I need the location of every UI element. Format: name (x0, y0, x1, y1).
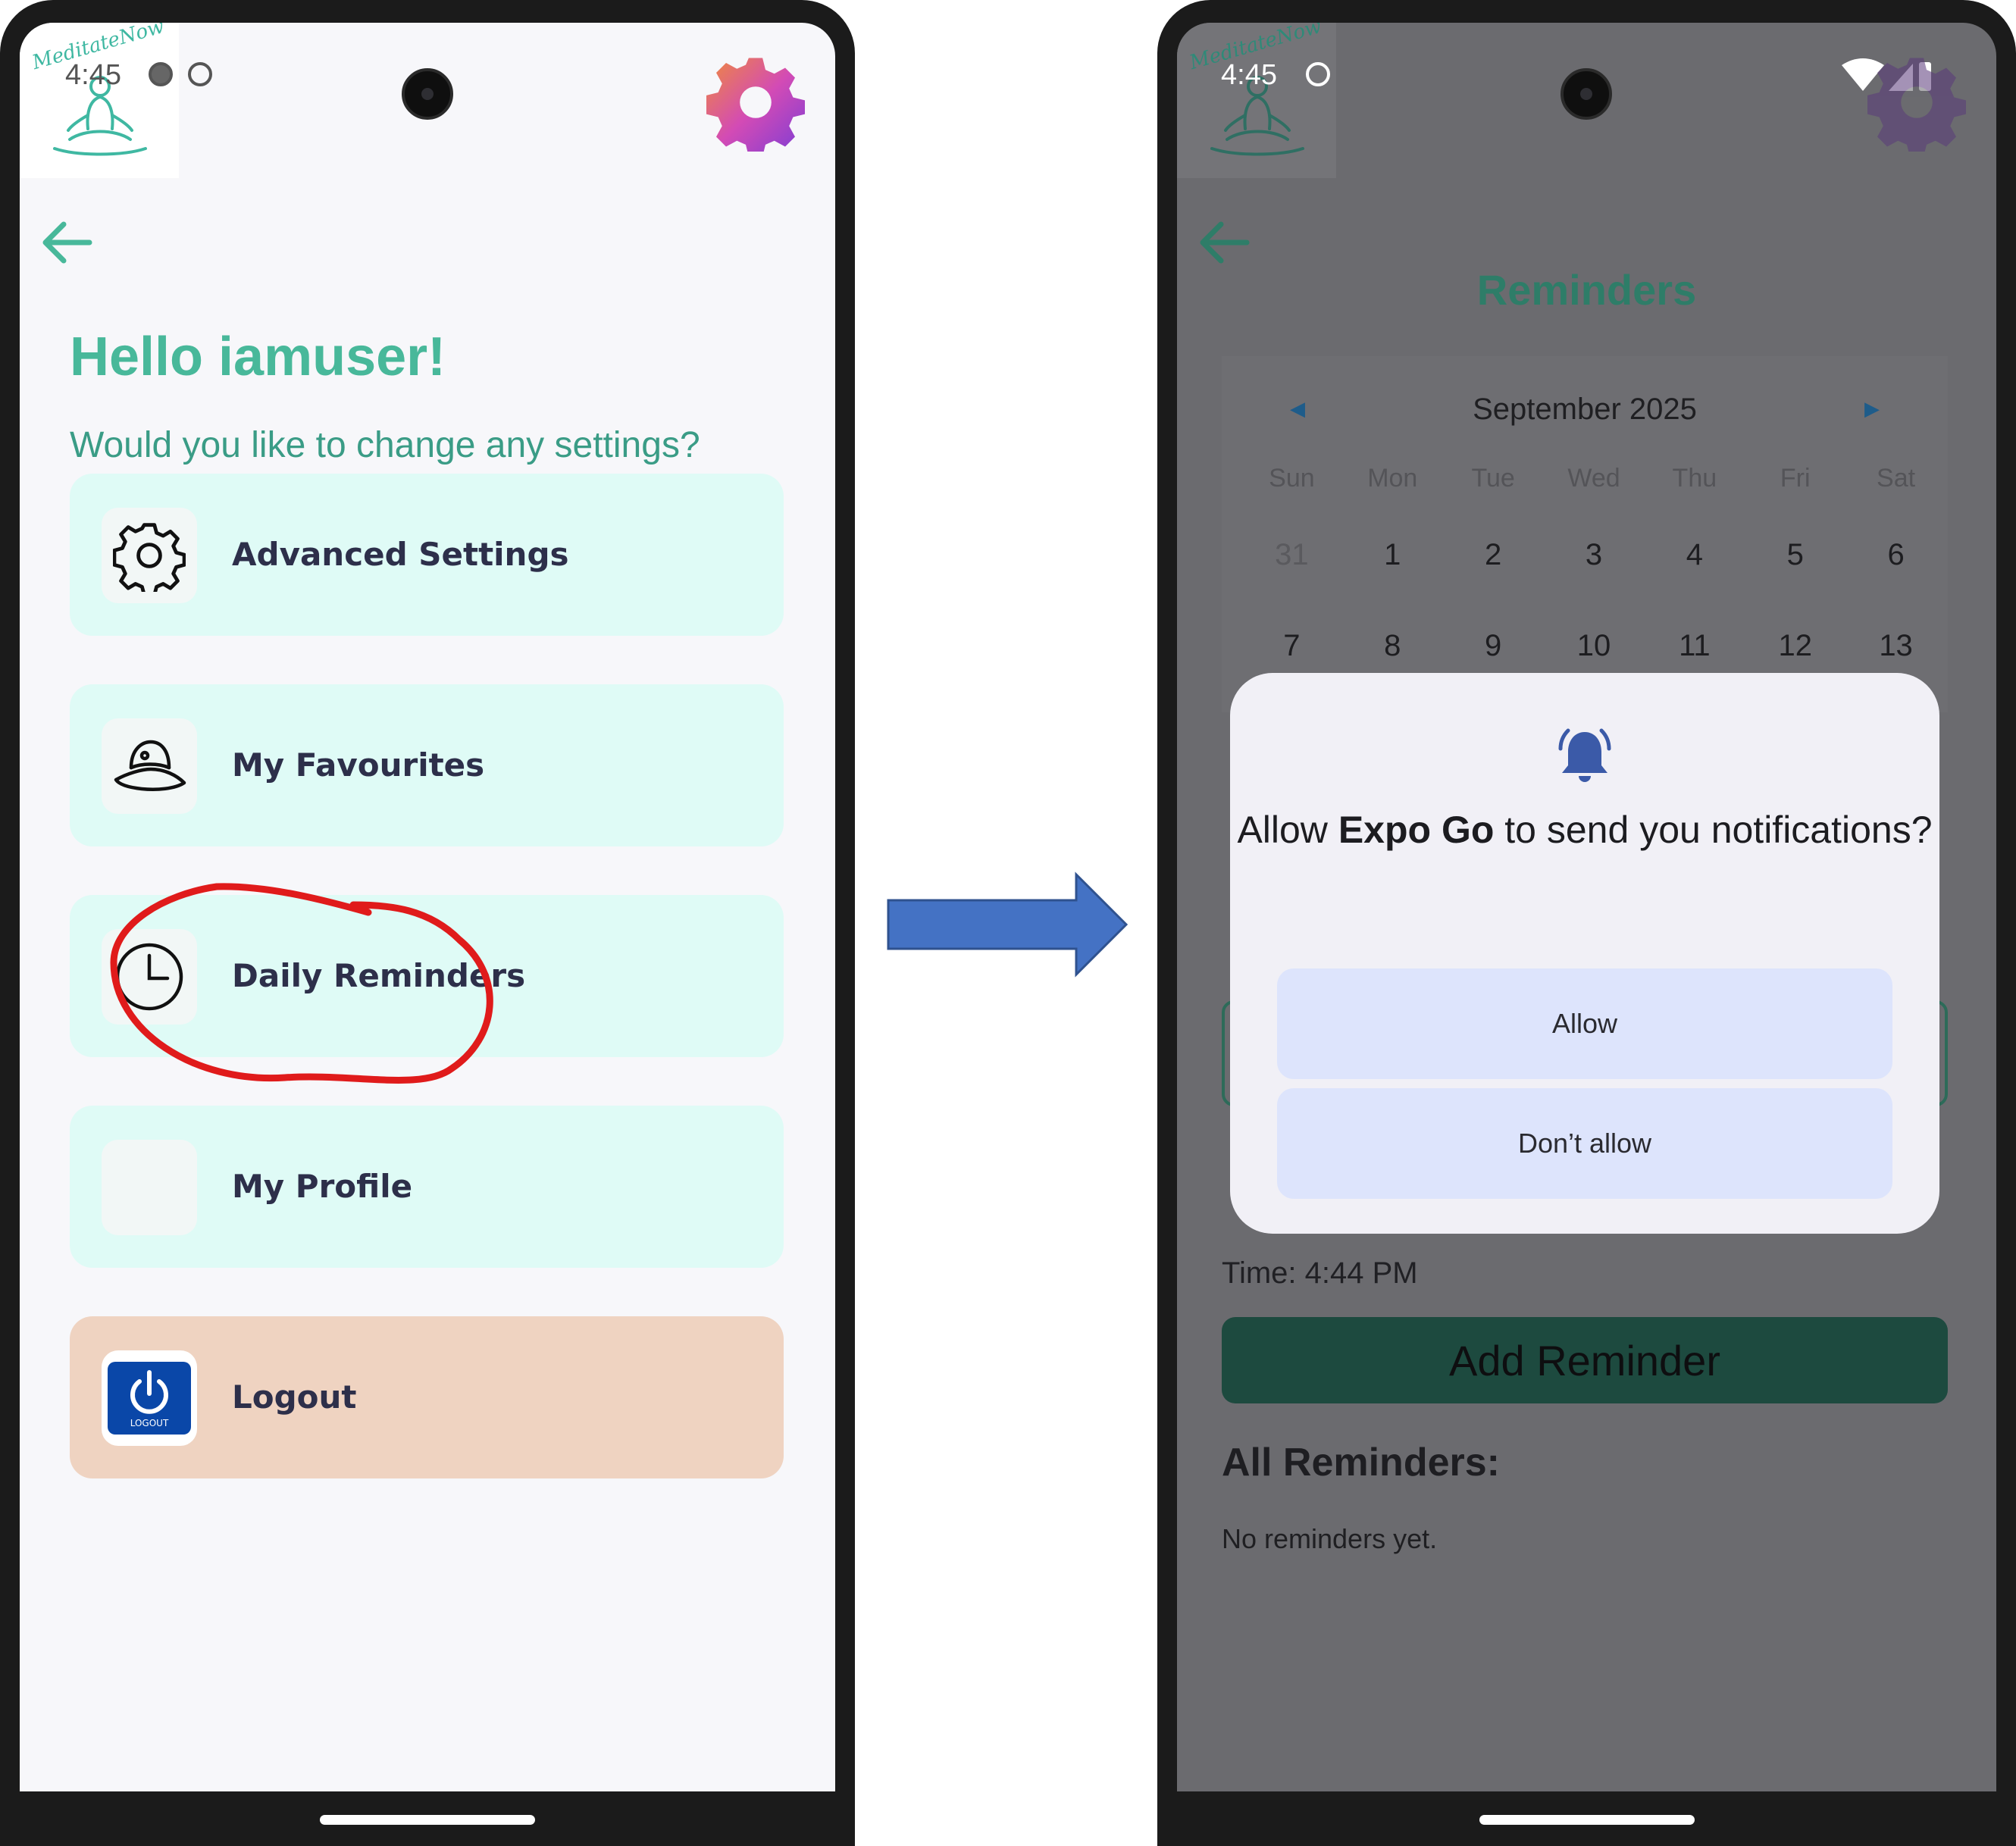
calendar-day[interactable]: 5 (1745, 509, 1845, 600)
app-logo: MeditateNow (1177, 23, 1336, 178)
empty-reminders-text: No reminders yet. (1222, 1523, 1438, 1554)
bell-ring-icon (1558, 728, 1611, 782)
front-camera (402, 68, 453, 120)
status-time: 4:45 (1221, 59, 1277, 91)
reminder-time-text[interactable]: Time: 4:44 PM (1222, 1256, 1418, 1291)
all-reminders-title: All Reminders: (1222, 1441, 1500, 1485)
status-time: 4:45 (65, 59, 121, 91)
settings-gear-logo-icon[interactable] (1867, 53, 1966, 152)
flow-arrow-icon (887, 871, 1129, 978)
hat-icon (102, 718, 197, 814)
menu-my-favourites[interactable]: My Favourites (70, 684, 784, 846)
phone-left: MeditateNow 4:45 Hello iamuser! Would yo… (0, 0, 855, 1846)
menu-label: Logout (232, 1378, 357, 1416)
dialog-message-prefix: Allow (1237, 809, 1338, 851)
calendar-day[interactable]: 4 (1644, 509, 1745, 600)
calendar-day[interactable]: 3 (1544, 509, 1645, 600)
calendar-day[interactable]: 6 (1845, 509, 1946, 600)
logout-badge: LOGOUT (108, 1362, 191, 1435)
reminders-screen: MeditateNow 4:45 Reminders ◀ September 2… (1177, 23, 1996, 1791)
dialog-app-name: Expo Go (1338, 809, 1495, 851)
calendar-day[interactable]: 1 (1342, 509, 1443, 600)
record-icon (1306, 62, 1330, 86)
calendar-grid: Sun Mon Tue Wed Thu Fri Sat 31 1 2 3 4 5… (1241, 464, 1946, 691)
add-reminder-button[interactable]: Add Reminder (1222, 1317, 1948, 1403)
weekday-label: Tue (1471, 464, 1515, 493)
back-arrow-icon[interactable] (1194, 212, 1254, 273)
next-month-icon[interactable]: ▶ (1864, 397, 1880, 421)
settings-gear-logo-icon[interactable] (706, 53, 805, 152)
gear-icon (102, 508, 197, 603)
notification-permission-dialog: Allow Expo Go to send you notifications?… (1230, 673, 1939, 1234)
calendar-day[interactable]: 2 (1443, 509, 1544, 600)
phone-right: MeditateNow 4:45 Reminders ◀ September 2… (1157, 0, 2016, 1846)
settings-screen: MeditateNow 4:45 Hello iamuser! Would yo… (20, 23, 835, 1791)
front-camera (1561, 68, 1612, 120)
reminders-title: Reminders (1476, 266, 1697, 314)
menu-label: My Profile (232, 1168, 413, 1205)
comparison-stage: MeditateNow 4:45 Hello iamuser! Would yo… (0, 0, 2016, 1846)
dialog-message-suffix: to send you notifications? (1494, 809, 1933, 851)
power-icon: LOGOUT (102, 1350, 197, 1446)
settings-subtitle: Would you like to change any settings? (70, 425, 700, 465)
menu-advanced-settings[interactable]: Advanced Settings (70, 474, 784, 636)
weekday-label: Mon (1367, 464, 1418, 493)
home-indicator[interactable] (320, 1815, 535, 1825)
calendar: ◀ September 2025 ▶ Sun Mon Tue Wed Thu F… (1222, 356, 1948, 712)
menu-my-profile[interactable]: My Profile (70, 1106, 784, 1268)
blank-icon (102, 1140, 197, 1235)
weekday-label: Fri (1780, 464, 1811, 493)
weekday-label: Thu (1672, 464, 1717, 493)
red-circle-annotation (110, 883, 493, 1084)
weekday-label: Wed (1567, 464, 1620, 493)
dont-allow-button[interactable]: Don’t allow (1277, 1088, 1892, 1199)
calendar-day[interactable]: 31 (1241, 509, 1342, 600)
weekday-label: Sat (1877, 464, 1916, 493)
record-icon (188, 62, 212, 86)
menu-label: Advanced Settings (232, 536, 569, 573)
menu-logout[interactable]: LOGOUT Logout (70, 1316, 784, 1478)
logout-badge-text: LOGOUT (130, 1418, 169, 1428)
back-arrow-icon[interactable] (36, 212, 97, 273)
allow-button[interactable]: Allow (1277, 968, 1892, 1079)
menu-label: My Favourites (232, 746, 485, 784)
app-logo: MeditateNow (20, 23, 179, 178)
greeting-title: Hello iamuser! (70, 327, 446, 387)
notification-icon (149, 62, 173, 86)
calendar-month: September 2025 (1473, 393, 1697, 426)
dialog-message: Allow Expo Go to send you notifications? (1230, 806, 1939, 853)
weekday-label: Sun (1269, 464, 1315, 493)
home-indicator[interactable] (1479, 1815, 1695, 1825)
